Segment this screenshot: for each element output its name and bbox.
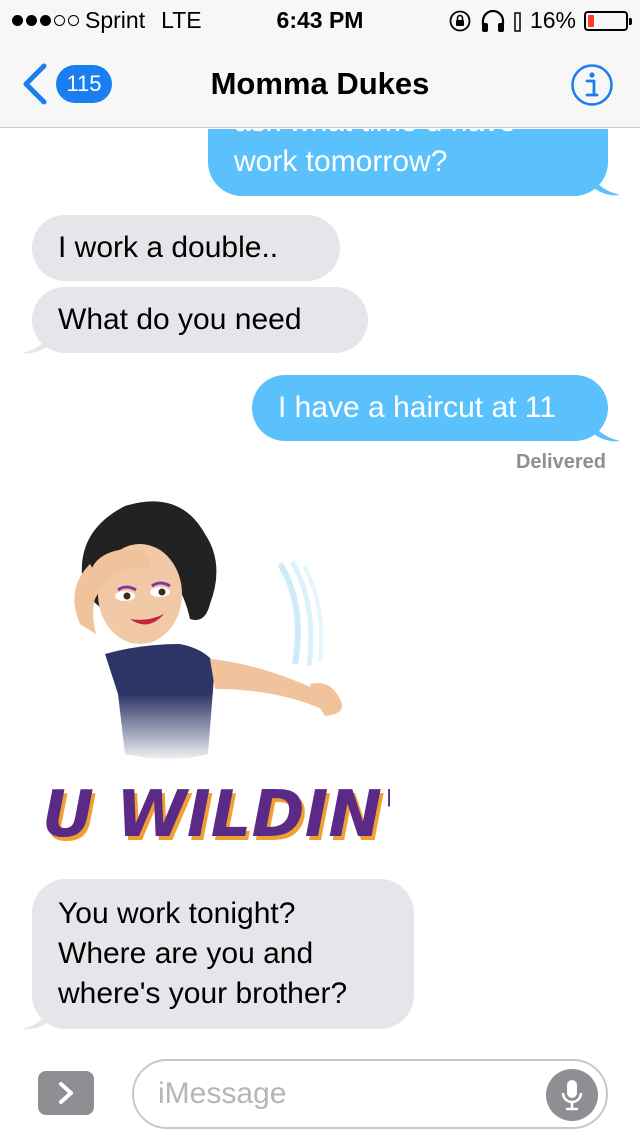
bluetooth-signal-icon: [514, 11, 521, 32]
message-text: ask what time u have: [234, 129, 516, 142]
battery-level: [588, 14, 594, 27]
outgoing-message-bubble[interactable]: I have a haircut at 11: [252, 375, 608, 441]
message-text: work tomorrow?: [234, 145, 448, 178]
incoming-message-bubble[interactable]: What do you need: [32, 287, 368, 353]
bitmoji-sticker[interactable]: U WILDIN' U WILDIN': [30, 494, 390, 869]
incoming-message-bubble[interactable]: I work a double..: [32, 215, 340, 281]
message-text: where's your brother?: [58, 977, 348, 1010]
contact-name[interactable]: Momma Dukes: [0, 66, 640, 102]
message-input[interactable]: [158, 1071, 538, 1117]
message-thread[interactable]: ask what time u have work tomorrow? I wo…: [0, 129, 640, 1047]
headphones-icon: [481, 9, 505, 32]
battery-percent: 16%: [529, 7, 576, 33]
bubble-tail: [592, 173, 620, 196]
motion-streaks: [277, 560, 324, 667]
messages-screen: Sprint LTE 6:43 PM 16% 115 Momma Dukes w…: [0, 0, 640, 1136]
incoming-message-bubble[interactable]: You work tonight? Where are you and wher…: [32, 879, 414, 1029]
dictation-button[interactable]: [546, 1069, 598, 1121]
chevron-right-icon: [59, 1082, 73, 1104]
status-right: 16%: [448, 7, 632, 34]
outgoing-message-bubble[interactable]: ask what time u have work tomorrow?: [208, 129, 608, 196]
message-text: You work tonight?: [58, 897, 296, 930]
compose-bar: [0, 1047, 640, 1136]
apps-drawer-button[interactable]: [38, 1071, 94, 1115]
conversation-header: 115 Momma Dukes: [0, 40, 640, 128]
status-bar: Sprint LTE 6:43 PM 16%: [0, 0, 640, 40]
info-icon[interactable]: [570, 63, 614, 107]
hand-extended: [310, 683, 343, 716]
bubble-tail: [22, 1007, 50, 1030]
sticker-text: U WILDIN': [42, 778, 390, 852]
bubble-tail: [592, 419, 620, 442]
message-text: Where are you and: [58, 937, 314, 970]
orientation-lock-icon: [449, 10, 471, 31]
message-field[interactable]: [132, 1059, 608, 1129]
delivered-receipt: Delivered: [515, 451, 606, 473]
message-text: What do you need: [58, 303, 302, 336]
bubble-tail: [22, 331, 50, 354]
message-text: I have a haircut at 11: [278, 391, 556, 424]
battery-icon: [584, 10, 632, 31]
microphone-icon: [561, 1080, 583, 1111]
message-text: I work a double..: [58, 231, 279, 264]
